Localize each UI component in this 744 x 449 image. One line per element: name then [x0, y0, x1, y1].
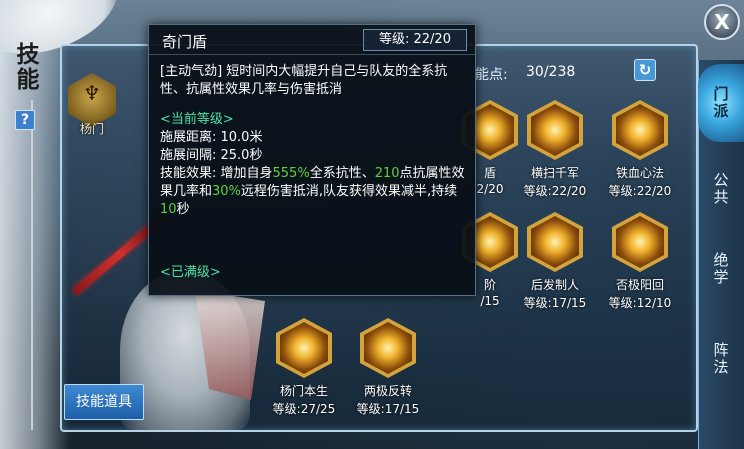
skill-level: 等级:17/15 [523, 296, 587, 310]
tooltip-body: [主动气劲] 短时间内大幅提升自己与队友的全系抗性、抗属性效果几率与伤害抵消 <… [160, 63, 468, 219]
skill-type-tag: [主动气劲] [160, 64, 223, 79]
tooltip-skill-level: 等级: 22/20 [363, 29, 467, 51]
skill-effect: 技能效果: 增加自身555%全系抗性、210点抗属性效果几率和30%远程伤害抵消… [160, 165, 468, 219]
skill-tooltip: 奇门盾 等级: 22/20 [主动气劲] 短时间内大幅提升自己与队友的全系抗性、… [148, 24, 476, 296]
skill-name: 后发制人 [530, 278, 579, 292]
skill-level: 等级:22/20 [523, 184, 587, 198]
skill-name: 铁血心法 [615, 166, 664, 180]
skill-name: 杨门本生 [279, 384, 328, 398]
skill-level: 等级:12/10 [608, 296, 672, 310]
max-level-label: <已满级> [160, 265, 221, 280]
skill-items-button[interactable]: 技能道具 [64, 384, 144, 420]
hanging-cord [31, 100, 33, 430]
help-button[interactable]: ? [15, 110, 35, 130]
skill-slot[interactable]: 杨门本生 等级:27/25 [264, 318, 344, 418]
skill-name: 横扫千军 [530, 166, 579, 180]
skill-slot[interactable]: 铁血心法 等级:22/20 [600, 100, 680, 200]
tooltip-description: [主动气劲] 短时间内大幅提升自己与队友的全系抗性、抗属性效果几率与伤害抵消 [160, 63, 468, 99]
page-title: 技能 [12, 42, 38, 92]
effect-value-chance: 210 [374, 166, 400, 181]
skill-points-label: 能点: [475, 67, 508, 83]
effect-text-1: 全系抗性、 [309, 166, 375, 181]
skill-slot[interactable]: 两极反转 等级:17/15 [348, 318, 428, 418]
current-level-header: <当前等级> [160, 112, 234, 127]
skill-slot[interactable]: 否极阳回 等级:12/10 [600, 212, 680, 312]
refresh-icon[interactable]: ↻ [634, 59, 656, 81]
tab-formation[interactable]: 阵法 [698, 320, 744, 398]
effect-prefix: 技能效果: 增加自身 [160, 166, 273, 181]
effect-value-resist: 555% [272, 166, 310, 181]
tab-unique[interactable]: 绝学 [698, 230, 744, 308]
skill-name: 两极反转 [363, 384, 412, 398]
skill-level: 等级:17/15 [356, 402, 420, 416]
cast-range: 施展距离: 10.0米 [160, 130, 263, 145]
skill-level: 等级:27/25 [272, 402, 336, 416]
close-button[interactable]: X [704, 4, 740, 40]
faction-glyph: ♆ [83, 81, 101, 105]
faction-name: 杨门 [79, 122, 104, 136]
tooltip-header: 奇门盾 等级: 22/20 [149, 25, 475, 55]
skill-level: 等级:22/20 [608, 184, 672, 198]
tooltip-skill-name: 奇门盾 [162, 33, 208, 51]
skill-slot[interactable]: 后发制人 等级:17/15 [515, 212, 595, 312]
effect-value-duration: 10 [160, 202, 177, 217]
tab-public[interactable]: 公共 [698, 150, 744, 228]
cast-interval: 施展间隔: 25.0秒 [160, 148, 263, 163]
effect-value-ranged: 30% [212, 184, 241, 199]
effect-text-3: 远程伤害抵消,队友获得效果减半,持续 [240, 184, 458, 199]
effect-text-4: 秒 [176, 202, 190, 217]
skill-slot[interactable]: 横扫千军 等级:22/20 [515, 100, 595, 200]
tab-faction[interactable]: 门派 [698, 64, 744, 142]
skill-name: 否极阳回 [615, 278, 664, 292]
skill-points-value: 30/238 [526, 64, 576, 80]
